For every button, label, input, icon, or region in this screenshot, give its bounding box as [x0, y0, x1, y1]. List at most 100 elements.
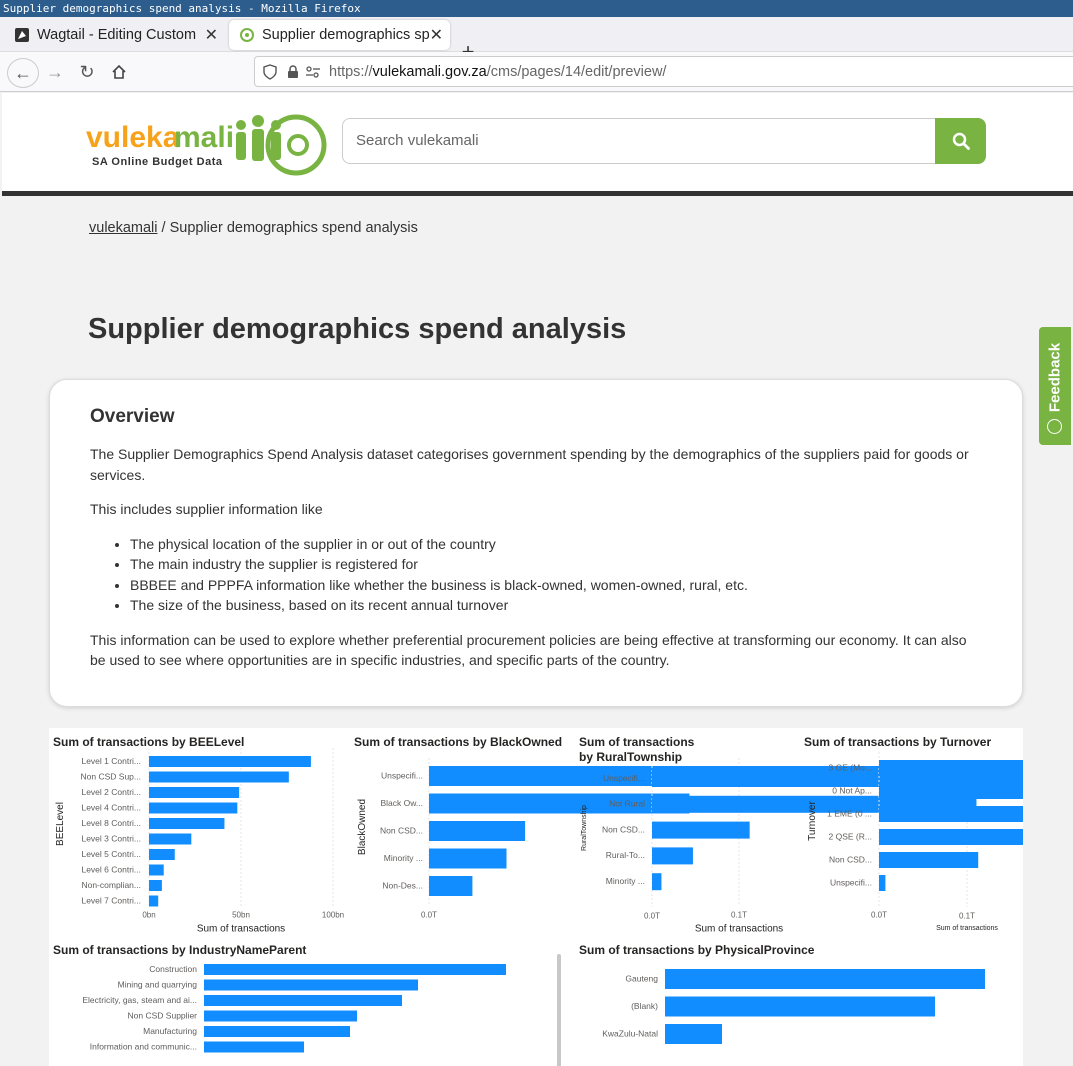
x-tick-label: 0bn [142, 911, 155, 920]
bar [204, 1026, 350, 1037]
wagtail-favicon-icon [15, 28, 29, 42]
url-path: /cms/pages/14/edit/preview/ [486, 63, 667, 80]
bar [429, 793, 690, 814]
x-tick-label: 100bn [322, 911, 344, 920]
search-input[interactable]: Search vulekamali [342, 118, 936, 164]
back-icon[interactable]: ← [7, 58, 39, 88]
chart-title: Sum of transactions by BlackOwned [354, 735, 562, 749]
category-label: Manufacturing [143, 1026, 197, 1036]
bar [879, 829, 1033, 845]
tab-label: Wagtail - Editing Custom [37, 27, 197, 43]
x-tick-label: 0.0T [644, 912, 660, 921]
breadcrumb-home-link[interactable]: vulekamali [89, 220, 158, 236]
overview-closing: This information can be used to explore … [90, 631, 967, 669]
category-label: Non CSD... [602, 824, 645, 834]
category-label: Minority ... [384, 853, 423, 863]
search-icon [952, 132, 970, 150]
bar [879, 783, 1073, 799]
list-item: The main industry the supplier is regist… [130, 554, 982, 575]
chart-title: Sum of transactions [579, 735, 695, 749]
category-label: 2 QSE (R... [829, 831, 872, 841]
page-viewport: vuleka mali SA Online Budget Data Search… [2, 93, 1073, 1066]
category-label: Level 8 Contri... [81, 818, 141, 828]
close-tab-icon[interactable]: ✕ [430, 25, 443, 45]
bar [879, 760, 1073, 776]
category-label: Level 5 Contri... [81, 849, 141, 859]
logo-word-2: mali [174, 121, 234, 154]
category-label: 3 GE (Mo... [829, 762, 872, 772]
x-tick-label: 0.0T [871, 911, 887, 920]
x-tick-label: 0.0T [421, 911, 437, 920]
bar [149, 849, 175, 860]
category-label: Unspecifi... [830, 877, 872, 887]
bar [204, 964, 506, 975]
category-label: Information and communic... [90, 1041, 197, 1051]
bar [149, 833, 192, 845]
vulekamali-logo[interactable]: vuleka mali SA Online Budget Data [86, 107, 336, 182]
chart-title: Sum of transactions by IndustryNameParen… [53, 943, 306, 957]
site-header: vuleka mali SA Online Budget Data Search… [2, 93, 1073, 196]
tab-supplier-demographics[interactable]: Supplier demographics spend analysis ✕ [229, 20, 450, 50]
category-label: (Blank) [631, 1001, 658, 1011]
scrollbar [557, 954, 561, 1066]
category-label: Mining and quarrying [118, 979, 198, 989]
site-permissions-icon[interactable] [305, 65, 321, 79]
x-axis-label: Sum of transactions [197, 923, 285, 934]
logo-word-1: vuleka [86, 121, 180, 154]
bar [879, 875, 886, 891]
bar [879, 852, 979, 868]
window-title-bar: Supplier demographics spend analysis - M… [0, 0, 1073, 17]
feedback-label: Feedback [1046, 342, 1064, 413]
overview-list: The physical location of the supplier in… [90, 534, 982, 616]
category-label: 0 Not Ap... [832, 785, 872, 795]
x-axis-label: Sum of transactions [695, 923, 783, 934]
shield-icon[interactable] [263, 63, 277, 80]
category-label: KwaZulu-Natal [602, 1028, 658, 1038]
logo-tagline: SA Online Budget Data [92, 156, 223, 168]
search-button[interactable] [935, 118, 986, 164]
breadcrumb-current: Supplier demographics spend analysis [169, 220, 418, 236]
page-title: Supplier demographics spend analysis [88, 313, 627, 345]
bar [665, 996, 935, 1017]
breadcrumb: vulekamali / Supplier demographics spend… [89, 220, 418, 236]
bar [204, 1010, 357, 1022]
bar [149, 895, 159, 907]
category-label: Unspecifi... [381, 770, 423, 780]
feedback-button[interactable]: Feedback [1039, 327, 1071, 445]
tab-wagtail[interactable]: Wagtail - Editing Custom ✕ [4, 20, 225, 50]
category-label: Construction [149, 964, 197, 974]
category-label: Gauteng [625, 973, 658, 983]
bar [204, 995, 402, 1006]
breadcrumb-separator: / [157, 220, 170, 236]
reload-icon[interactable]: ↻ [72, 58, 102, 86]
bar [149, 802, 238, 814]
lock-icon[interactable] [287, 64, 299, 79]
bar [149, 771, 289, 783]
list-item: BBBEE and PPPFA information like whether… [130, 575, 982, 596]
powerbi-report[interactable]: Sum of transactions by BEELevel 0bn 50bn 10… [49, 728, 1073, 1066]
bar [204, 979, 418, 991]
close-tab-icon[interactable]: ✕ [205, 25, 218, 45]
home-icon[interactable] [104, 58, 134, 86]
x-axis-label: Sum of transactions [936, 925, 998, 932]
bar [204, 1041, 304, 1053]
category-label: Unspecifi... [603, 773, 645, 783]
chart-title: Sum of transactions by PhysicalProvince [579, 943, 815, 957]
category-label: Non-complian... [81, 880, 141, 890]
category-label: Black Ow... [380, 798, 423, 808]
tab-label: Supplier demographics spend analysis [262, 27, 430, 43]
url-bar[interactable]: https://vulekamali.gov.za/cms/pages/14/e… [254, 56, 1073, 87]
category-label: Rural-To... [606, 850, 645, 860]
category-label: Non CSD... [829, 854, 872, 864]
bar [149, 864, 164, 876]
y-axis-label: RuralTownship [581, 805, 588, 851]
category-label: Non CSD Supplier [128, 1010, 198, 1020]
category-label: Not Rural [609, 799, 645, 809]
forward-icon[interactable]: → [40, 58, 70, 86]
url-host: vulekamali.gov.za [372, 63, 487, 80]
y-axis-label: BEELevel [55, 802, 66, 846]
chart-title: Sum of transactions by Turnover [804, 735, 991, 749]
bar [652, 821, 750, 839]
chart-title: by RuralTownship [579, 750, 682, 764]
logo-figures-icon [236, 115, 309, 161]
